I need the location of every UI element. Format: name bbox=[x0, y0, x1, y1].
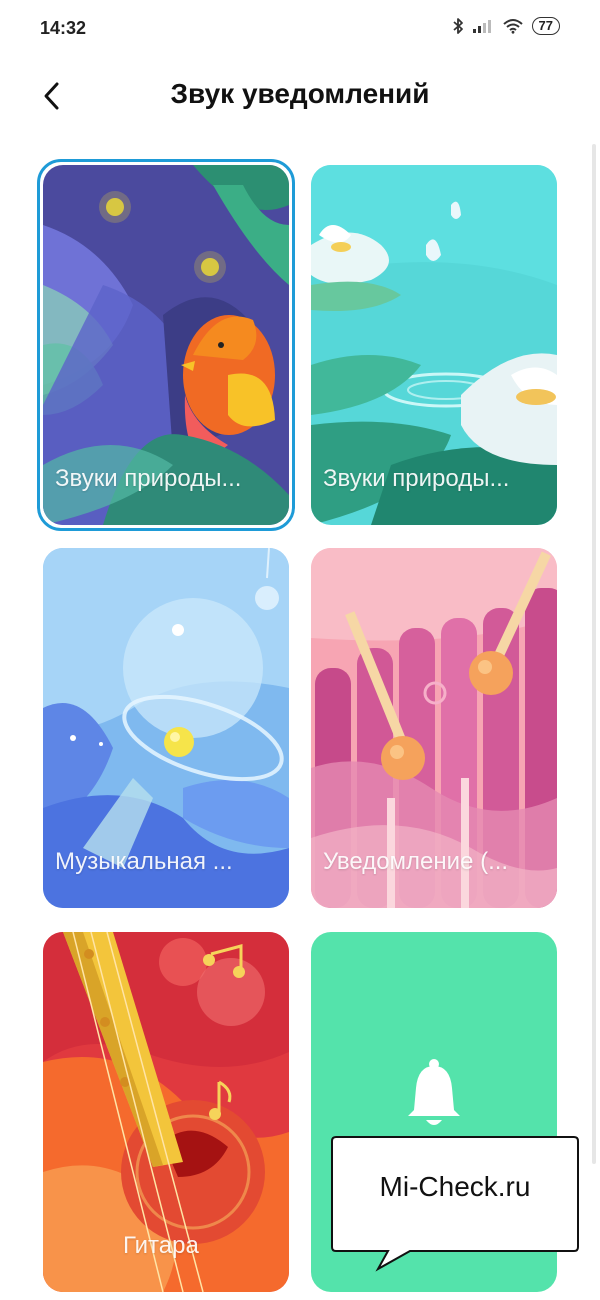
card-label: Звуки природы... bbox=[323, 465, 510, 492]
sound-card-notification[interactable]: Уведомление (... bbox=[311, 548, 557, 908]
battery-indicator: 77 bbox=[531, 17, 560, 35]
bluetooth-icon bbox=[452, 18, 463, 34]
sound-card-music[interactable]: Музыкальная ... bbox=[43, 548, 289, 908]
status-icons: 77 bbox=[452, 17, 560, 35]
card-label: Гитара bbox=[123, 1232, 199, 1259]
watermark-text: Mi-Check.ru bbox=[379, 1171, 531, 1202]
page-title: Звук уведомлений bbox=[170, 78, 430, 109]
sound-card-nature-2[interactable]: Звуки природы... bbox=[311, 165, 557, 525]
selected-indicator bbox=[37, 159, 295, 531]
bell-icon bbox=[408, 1059, 460, 1125]
status-bar: 14:32 77 bbox=[0, 0, 600, 56]
speech-bubble bbox=[331, 1136, 579, 1272]
card-label: Музыкальная ... bbox=[55, 848, 233, 875]
signal-icon bbox=[472, 20, 491, 33]
scrollbar[interactable] bbox=[592, 144, 596, 1164]
watermark: Mi-Check.ru bbox=[330, 1135, 580, 1272]
header: Звук уведомлений bbox=[0, 60, 600, 132]
status-time: 14:32 bbox=[40, 18, 87, 38]
card-label: Уведомление (... bbox=[323, 848, 509, 875]
wifi-icon bbox=[502, 19, 523, 34]
sound-card-guitar[interactable]: Гитара bbox=[43, 932, 289, 1292]
